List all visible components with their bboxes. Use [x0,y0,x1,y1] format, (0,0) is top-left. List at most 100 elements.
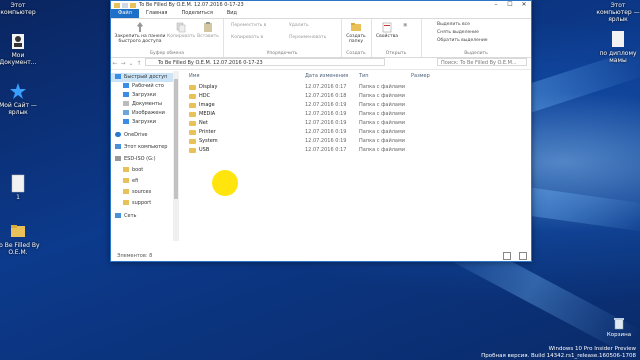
nav-scrollbar[interactable] [173,71,179,241]
paste-button[interactable]: Вставить [195,21,221,39]
new-folder-icon [350,21,362,33]
organize-group: Переместить в Копировать в Удалить Переи… [223,19,342,57]
pin-icon [134,21,146,33]
minimize-button[interactable]: – [489,1,503,9]
nav-item-onedrive[interactable]: OneDrive [111,131,148,140]
nav-item-esd-iso[interactable]: ESD-ISO (G:) [111,155,156,164]
view-buttons [497,252,527,260]
file-row[interactable]: Display 12.07.2016 0:17 Папка с файлами [189,83,429,92]
create-group: Создать папку Создать [341,19,372,57]
back-button[interactable]: ← [111,60,119,67]
tab-file[interactable]: Файл [111,9,139,18]
nav-item-downloads-2[interactable]: Загрузки [111,118,156,127]
desktop-icon-label: To Be Filled By O.E.M. [0,242,40,256]
details-view-button[interactable] [503,252,511,260]
open-group-label: Открыть [385,51,407,56]
file-row[interactable]: Image 12.07.2016 0:19 Папка с файлами [189,101,429,110]
desktop-icon-label: Мой Сайт — ярлык [0,102,37,116]
tab-home[interactable]: Главная [139,9,175,18]
tab-share[interactable]: Поделиться [174,9,219,18]
folder-icon [189,139,196,144]
select-none-button[interactable]: Снять выделение [437,30,479,35]
desktop-icon-file-1[interactable]: 1 [0,174,40,201]
folder-icon [123,189,129,194]
create-group-label: Создать [346,51,366,56]
file-row[interactable]: Printer 12.07.2016 0:19 Папка с файлами [189,128,429,137]
file-row[interactable]: MEDIA 12.07.2016 0:19 Папка с файлами [189,110,429,119]
file-row[interactable]: System 12.07.2016 0:19 Папка с файлами [189,137,429,146]
organize-group-label: Упорядочить [266,51,298,56]
properties-icon[interactable] [122,2,128,8]
rename-button[interactable]: Переименовать [289,35,326,40]
file-row[interactable]: USB 12.07.2016 0:17 Папка с файлами [189,146,429,155]
window-controls: – ☐ ✕ [489,1,531,9]
desktop-icon-this-pc-shortcut[interactable]: Этот компьютер — ярлык [596,2,640,23]
invert-selection-button[interactable]: Обратить выделение [437,38,488,43]
folder-icon[interactable] [114,2,120,8]
folder-icon [123,167,129,172]
maximize-button[interactable]: ☐ [503,1,517,9]
address-field[interactable]: To Be Filled By O.E.M. 12.07.2016 0-17-2… [145,58,385,66]
copy-button[interactable]: Копировать [167,21,195,39]
download-icon [123,92,129,97]
nav-item-efi[interactable]: efi [111,177,138,186]
close-button[interactable]: ✕ [517,1,531,9]
scrollbar-thumb[interactable] [174,79,178,199]
file-row[interactable]: Net 12.07.2016 0:19 Папка с файлами [189,119,429,128]
nav-item-desktop[interactable]: Рабочий сто [111,82,164,91]
pin-quick-access-button[interactable]: Закрепить на панели быстрого доступа [113,21,167,44]
forward-button[interactable]: → [119,60,127,67]
column-header-date[interactable]: Дата изменения [305,73,348,79]
tab-view[interactable]: Вид [220,9,244,18]
folder-icon [189,112,196,117]
column-header-size[interactable]: Размер [411,73,430,79]
desktop-icon-my-documents[interactable]: Мои Документ... [0,32,40,66]
folder-icon [189,94,196,99]
desktop-icon-my-site[interactable]: Мой Сайт — ярлык [0,82,40,116]
desktop-icon-label: Этот компьютер — ярлык [596,2,640,23]
select-all-button[interactable]: Выделить все [437,22,470,27]
desktop-icon [123,83,129,88]
desktop-icon-label: Корзина [606,332,632,338]
select-group-label: Выделить [464,51,488,56]
up-button[interactable]: ↑ [135,60,143,67]
recent-locations-button[interactable]: ⌄ [127,60,135,67]
copy-to-button[interactable]: Копировать в [231,35,263,40]
properties-button[interactable]: Свойства [375,21,399,39]
file-row[interactable]: HDC 12.07.2016 0:18 Папка с файлами [189,92,429,101]
desktop-icon-label: по диплому мамы [599,50,637,64]
new-folder-button[interactable]: Создать папку [342,21,370,44]
select-group: Выделить все Снять выделение Обратить вы… [421,19,531,57]
folder-icon [189,103,196,108]
folder-icon [189,130,196,135]
desktop-icon-recycle-bin[interactable]: Корзина [604,316,634,338]
column-header-type[interactable]: Тип [359,73,369,79]
nav-item-downloads[interactable]: Загрузки [111,91,156,100]
desktop-icon-label: Мои Документ... [0,52,37,66]
nav-item-boot[interactable]: boot [111,166,143,175]
desktop-icon-diploma[interactable]: по диплому мамы [596,30,640,64]
new-folder-icon[interactable] [130,2,136,8]
nav-item-documents[interactable]: Документы [111,100,162,109]
properties-icon [381,21,393,33]
quick-access-toolbar [114,2,136,8]
window-title: To Be Filled By O.E.M. 12.07.2016 0-17-2… [139,2,244,8]
nav-item-pictures[interactable]: Изображени [111,109,165,118]
nav-item-quick-access[interactable]: Быстрый доступ [111,73,177,82]
nav-item-network[interactable]: Сеть [111,212,136,221]
clipboard-group-label: Буфер обмена [149,51,185,56]
nav-item-support[interactable]: support [111,199,151,208]
desktop-icon-oem-folder[interactable]: To Be Filled By O.E.M. [0,222,40,256]
folder-icon [189,121,196,126]
delete-button[interactable]: Удалить [289,23,309,28]
desktop-icon-this-pc[interactable]: Этот компьютер [0,2,40,16]
nav-item-sources[interactable]: sources [111,188,151,197]
folder-icon [123,178,129,183]
move-to-button[interactable]: Переместить в [231,23,266,28]
title-bar: To Be Filled By O.E.M. 12.07.2016 0-17-2… [111,1,531,9]
large-icons-view-button[interactable] [519,252,527,260]
clipboard-group: Закрепить на панели быстрого доступа Коп… [111,19,224,57]
search-input[interactable]: Поиск: To Be Filled By O.E.M... [437,58,527,66]
column-header-name[interactable]: Имя [189,73,200,79]
nav-item-this-pc[interactable]: Этот компьютер [111,143,167,152]
